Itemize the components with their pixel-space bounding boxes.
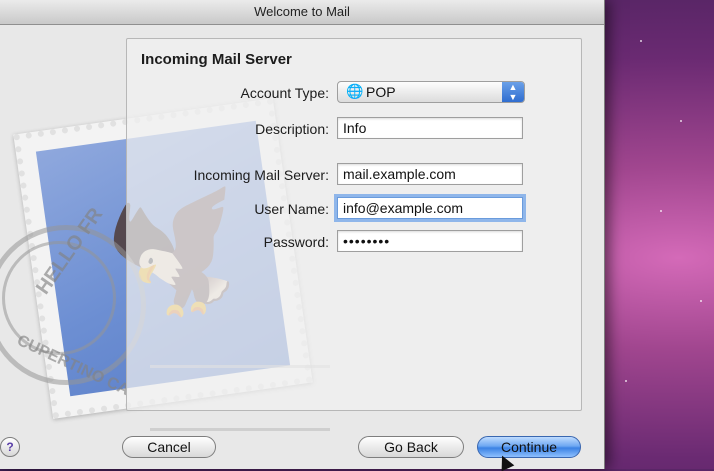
incoming-server-panel: Incoming Mail Server Account Type: 🌐 POP…	[126, 38, 582, 411]
continue-button[interactable]: Continue	[477, 436, 581, 458]
window-title: Welcome to Mail	[0, 0, 604, 25]
password-row: Password: ••••••••	[127, 230, 581, 254]
incoming-server-field[interactable]: mail.example.com	[337, 163, 523, 185]
globe-icon: 🌐	[346, 83, 364, 99]
desktop-star	[660, 210, 662, 212]
description-row: Description: Info	[127, 117, 581, 141]
help-button[interactable]: ?	[0, 437, 20, 457]
select-arrows-icon: ▲ ▼	[502, 82, 524, 102]
cancel-button[interactable]: Cancel	[122, 436, 216, 458]
desktop-star	[700, 300, 702, 302]
mail-setup-window: Welcome to Mail 🦅 HELLO FR CUPERTINO CA …	[0, 0, 605, 469]
password-field[interactable]: ••••••••	[337, 230, 523, 252]
description-label: Description:	[255, 121, 329, 137]
window-content: 🦅 HELLO FR CUPERTINO CA Incoming Mail Se…	[0, 25, 604, 469]
incoming-server-row: Incoming Mail Server: mail.example.com	[127, 163, 581, 187]
incoming-server-label: Incoming Mail Server:	[193, 167, 329, 183]
desktop-star	[625, 380, 627, 382]
user-name-field[interactable]: info@example.com	[337, 197, 523, 219]
go-back-button[interactable]: Go Back	[358, 436, 464, 458]
password-label: Password:	[263, 234, 329, 250]
account-type-value: POP	[366, 84, 396, 100]
user-name-row: User Name: info@example.com	[127, 197, 581, 221]
account-type-label: Account Type:	[240, 85, 329, 101]
description-field[interactable]: Info	[337, 117, 523, 139]
panel-title: Incoming Mail Server	[141, 51, 292, 68]
user-name-label: User Name:	[254, 201, 329, 217]
account-type-select[interactable]: 🌐 POP ▲ ▼	[337, 81, 525, 103]
desktop-star	[640, 40, 642, 42]
desktop-star	[680, 120, 682, 122]
account-type-row: Account Type: 🌐 POP ▲ ▼	[127, 81, 581, 105]
